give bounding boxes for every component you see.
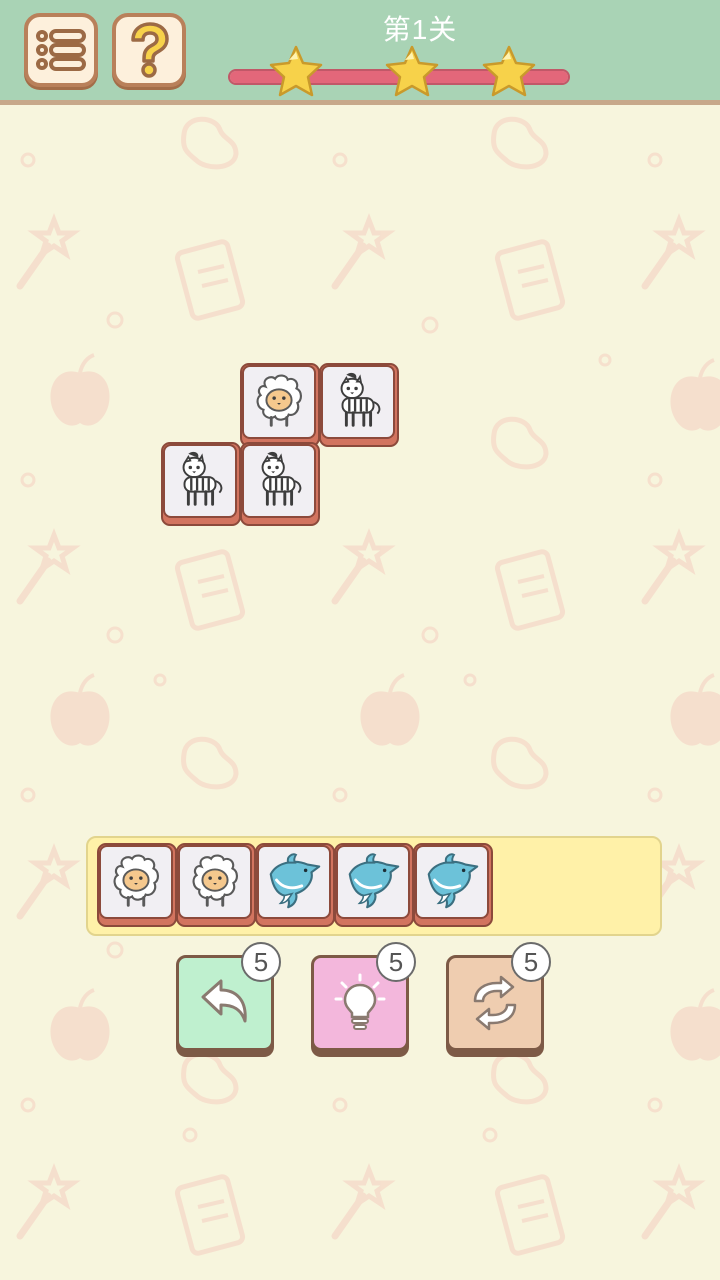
shuffle-count-badge: 5: [511, 942, 551, 982]
tile-face: [321, 365, 395, 439]
menu-button[interactable]: [24, 13, 98, 87]
background-pattern: [0, 0, 720, 1280]
dolphin-icon: [421, 851, 483, 913]
tile-face: [163, 444, 237, 518]
dolphin-icon: [263, 851, 325, 913]
tile-face: [415, 845, 489, 919]
dolphin-icon: [342, 851, 404, 913]
question-mark-icon: [131, 22, 169, 78]
undo-arrow-icon: [201, 979, 247, 1023]
tile-face: [99, 845, 173, 919]
hint-button[interactable]: 5: [311, 942, 416, 1051]
tile-zebra[interactable]: [161, 442, 241, 526]
menu-list-icon: [36, 29, 86, 71]
sheep-icon: [248, 371, 310, 433]
zebra-icon: [248, 450, 310, 512]
tile-face: [336, 845, 410, 919]
star-icon: [269, 45, 323, 97]
star-icon: [385, 45, 439, 97]
undo-count-badge: 5: [241, 942, 281, 982]
zebra-icon: [327, 371, 389, 433]
zebra-icon: [169, 450, 231, 512]
shuffle-button[interactable]: 5: [446, 942, 551, 1051]
tray-tile-dolphin: [334, 843, 414, 927]
hint-count-badge: 5: [376, 942, 416, 982]
tile-face: [257, 845, 331, 919]
tile-face: [242, 444, 316, 518]
star-icon: [482, 45, 536, 97]
tile-face: [178, 845, 252, 919]
shuffle-arrows-icon: [473, 975, 517, 1031]
tile-face: [242, 365, 316, 439]
tray-tile-sheep: [97, 843, 177, 927]
help-button[interactable]: [112, 13, 186, 87]
lightbulb-icon: [334, 973, 386, 1030]
level-title: 第1关: [382, 14, 458, 45]
top-bar: 第1关: [0, 0, 720, 105]
tile-zebra[interactable]: [240, 442, 320, 526]
tile-sheep[interactable]: [240, 363, 320, 447]
tile-zebra[interactable]: [319, 363, 399, 447]
tray-tile-dolphin: [413, 843, 493, 927]
sheep-icon: [105, 851, 167, 913]
undo-button[interactable]: 5: [176, 942, 281, 1051]
sheep-icon: [184, 851, 246, 913]
tray-tile-dolphin: [255, 843, 335, 927]
tray-tile-sheep: [176, 843, 256, 927]
